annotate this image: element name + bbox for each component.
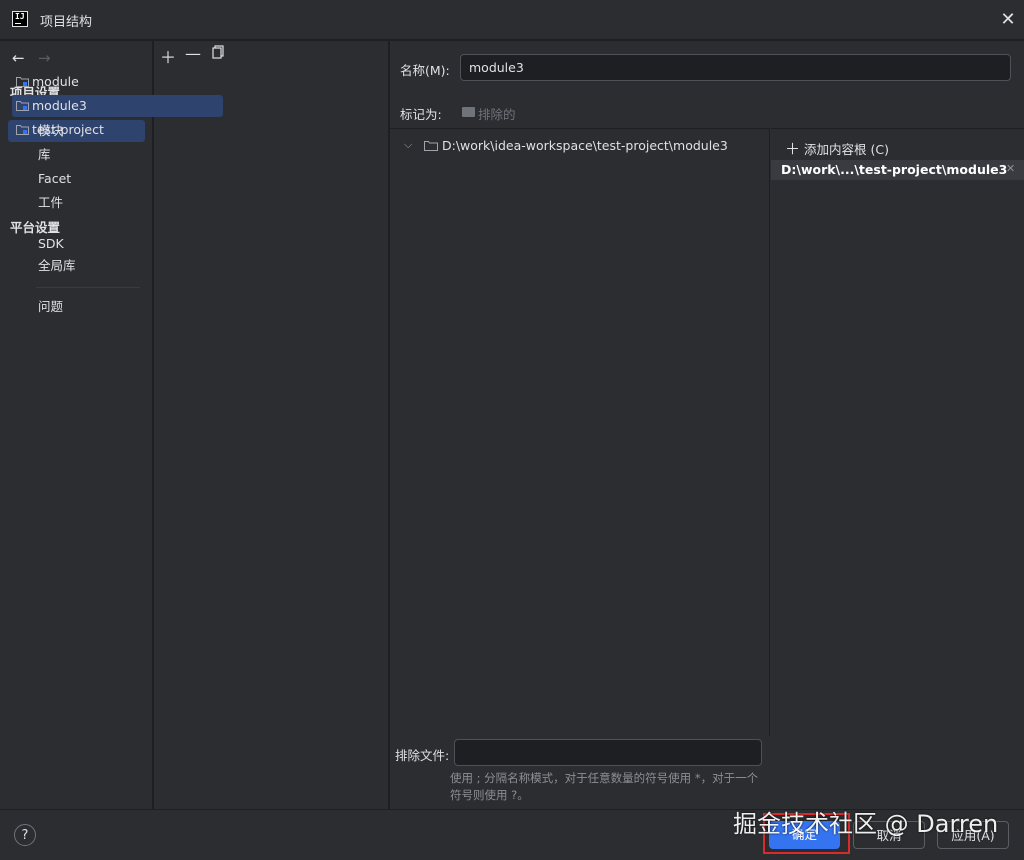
module-folder-icon [16,77,29,87]
excluded-folder-icon [462,107,475,117]
watermark-text: 掘金技术社区 @ Darren [733,810,999,838]
nav-divider [36,287,140,288]
content-roots-panel [771,128,1024,809]
mark-as-label: 标记为: [400,107,442,122]
content-root-path: D:\work\...\test-project\module3 [781,162,1008,177]
plus-icon: ＋ [785,140,801,158]
close-icon[interactable]: ✕ [996,8,1020,32]
add-content-root-button[interactable]: ＋ 添加内容根 (C) [785,138,889,159]
content-tree [390,128,770,736]
mark-excluded-label: 排除的 [478,107,516,122]
remove-icon[interactable]: — [185,44,201,63]
remove-root-icon[interactable]: ✕ [1006,162,1015,175]
module-item-module[interactable]: module [12,71,223,93]
exclude-files-input[interactable] [454,739,762,766]
module-folder-icon [16,125,29,135]
name-label: 名称(M): [400,63,450,78]
add-content-root-label: 添加内容根 (C) [804,142,889,157]
module-item-label: test-project [32,122,104,137]
add-icon[interactable]: ＋ [160,44,176,68]
folder-icon [424,141,438,151]
module-list-panel [154,41,389,809]
exclude-files-hint: 使用 ; 分隔名称模式，对于任意数量的符号使用 *，对于一个符号则使用 ?。 [450,771,759,802]
back-arrow-icon[interactable]: ← [12,49,25,67]
module-item-label: module [32,74,79,89]
tree-row-module3[interactable]: ⌵ D:\work\idea-workspace\test-project\mo… [404,138,728,153]
title-bar [0,0,1024,40]
module-folder-icon [16,101,29,111]
copy-icon[interactable] [212,45,224,59]
intellij-logo-icon: IJ [12,11,28,27]
window-title: 项目结构 [40,15,93,30]
nav-item-artifacts[interactable]: 工件 [8,192,145,214]
nav-item-sdk[interactable]: SDK [8,233,145,255]
tree-path-label: D:\work\idea-workspace\test-project\modu… [442,138,728,153]
nav-item-facets[interactable]: Facet [8,168,145,190]
nav-item-problems[interactable]: 问题 [8,296,145,318]
forward-arrow-icon[interactable]: → [38,49,51,67]
help-icon[interactable]: ? [14,824,36,846]
module-item-module3[interactable]: module3 [12,95,223,117]
mark-excluded-button[interactable]: 排除的 [462,104,516,123]
module-item-test-project[interactable]: test-project [12,119,223,141]
nav-item-libraries[interactable]: 库 [8,144,145,166]
exclude-files-label: 排除文件: [395,748,450,763]
module-item-label: module3 [32,98,87,113]
module-name-input[interactable]: module3 [460,54,1011,81]
chevron-down-icon[interactable]: ⌵ [404,138,412,152]
nav-item-global-libraries[interactable]: 全局库 [8,255,145,277]
